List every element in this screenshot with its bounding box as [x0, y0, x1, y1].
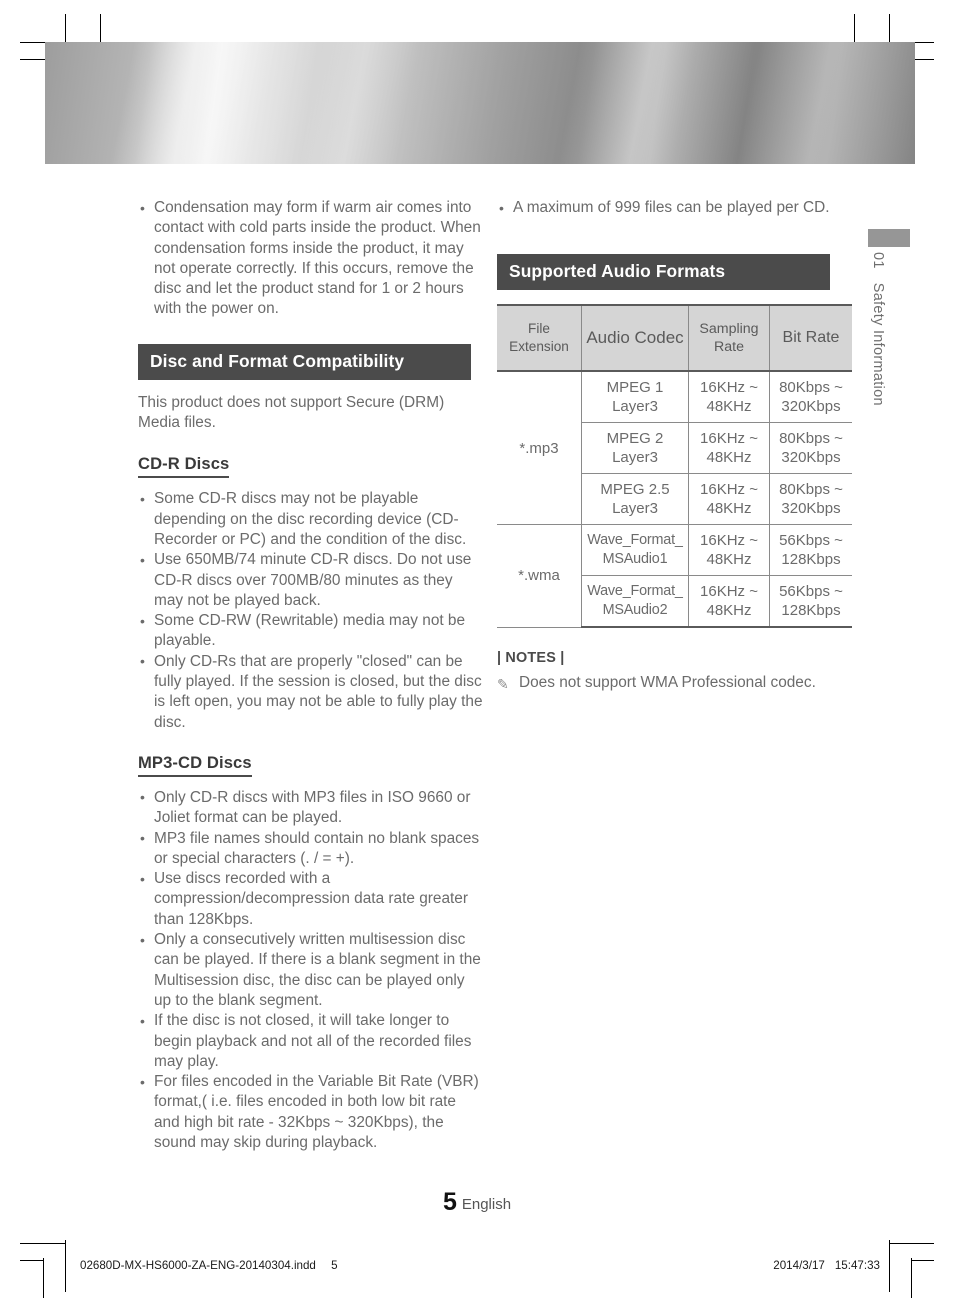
header-banner-image — [45, 42, 915, 164]
print-slug-filename: 02680D-MX-HS6000-ZA-ENG-20140304.indd 5 — [80, 1259, 338, 1272]
column-header-sampling-rate: Sampling Rate — [688, 304, 770, 373]
cell-bit-rate: 80Kbps ~ 320Kbps — [769, 422, 852, 475]
print-slug-timestamp: 2014/3/17 15:47:33 — [773, 1259, 880, 1272]
crop-mark — [889, 1240, 890, 1292]
crop-mark — [889, 1243, 934, 1244]
cell-sampling-rate: 16KHz ~ 48KHz — [688, 371, 770, 424]
list-item: If the disc is not closed, it will take … — [138, 1011, 483, 1072]
cdr-bullet-list: Some CD-R discs may not be playable depe… — [138, 489, 483, 733]
cell-bit-rate: 56Kbps ~ 128Kbps — [769, 575, 852, 629]
cell-codec: Wave_Format_ MSAudio2 — [581, 575, 689, 629]
notes-title: | NOTES | — [497, 650, 565, 667]
cell-bit-rate: 80Kbps ~ 320Kbps — [769, 371, 852, 424]
list-item: Only CD-R discs with MP3 files in ISO 96… — [138, 787, 483, 829]
crop-mark — [20, 1260, 43, 1261]
cell-codec: Wave_Format_ MSAudio1 — [581, 524, 689, 577]
section-header-disc-format: Disc and Format Compatibility — [138, 343, 471, 380]
list-item: Some CD-RW (Rewritable) media may not be… — [138, 611, 483, 652]
list-item: A maximum of 999 files can be played per… — [497, 197, 842, 218]
right-intro-bullet-list: A maximum of 999 files can be played per… — [497, 197, 842, 218]
cell-sampling-rate: 16KHz ~ 48KHz — [688, 422, 770, 475]
crop-mark — [20, 1243, 65, 1244]
cell-sampling-rate: 16KHz ~ 48KHz — [688, 524, 770, 577]
column-header-file-extension: File Extension — [497, 304, 582, 373]
crop-mark — [911, 1260, 934, 1261]
page-footer: 5 English — [0, 1188, 954, 1217]
subsection-heading-cdr: CD-R Discs — [138, 454, 230, 479]
cell-codec: MPEG 2.5 Layer3 — [581, 473, 689, 526]
slug-print-time: 15:47:33 — [834, 1259, 880, 1272]
column-header-bit-rate: Bit Rate — [769, 304, 852, 373]
section-header-audio-formats: Supported Audio Formats — [497, 254, 830, 291]
note-text: Does not support WMA Professional codec. — [519, 674, 816, 692]
intro-bullet-list: Condensation may form if warm air comes … — [138, 198, 483, 320]
list-item: MP3 file names should contain no blank s… — [138, 828, 483, 870]
note-item: ✎ Does not support WMA Professional code… — [497, 673, 842, 693]
cell-file-extension-mp3: *.mp3 — [497, 371, 582, 526]
table-body: *.mp3 MPEG 1 Layer3 16KHz ~ 48KHz 80Kbps… — [497, 371, 852, 629]
page-language: English — [461, 1196, 512, 1213]
list-item: Only CD-Rs that are properly "closed" ca… — [138, 651, 483, 733]
cell-sampling-rate: 16KHz ~ 48KHz — [688, 575, 770, 629]
chapter-tab-marker — [868, 229, 910, 247]
section-intro-paragraph: This product does not support Secure (DR… — [138, 393, 445, 432]
chapter-number: 01 — [870, 252, 886, 269]
column-header-audio-codec: Audio Codec — [581, 304, 689, 373]
slug-file-name: 02680D-MX-HS6000-ZA-ENG-20140304.indd — [80, 1259, 316, 1272]
subsection-heading-mp3cd: MP3-CD Discs — [138, 753, 252, 777]
list-item: Use discs recorded with a compression/de… — [138, 869, 483, 930]
supported-audio-formats-table: File Extension Audio Codec Sampling Rate… — [497, 304, 852, 629]
crop-mark — [43, 1258, 44, 1298]
cell-bit-rate: 56Kbps ~ 128Kbps — [769, 524, 852, 577]
list-item: Some CD-R discs may not be playable depe… — [138, 489, 483, 550]
crop-mark — [911, 1258, 912, 1298]
list-item: Use 650MB/74 minute CD-R discs. Do not u… — [138, 550, 483, 611]
mp3cd-bullet-list: Only CD-R discs with MP3 files in ISO 96… — [138, 787, 483, 1153]
left-text-column: Condensation may form if warm air comes … — [138, 198, 483, 1153]
manual-page: 01 Safety Information Condensation may fo… — [0, 0, 954, 1305]
cell-codec: MPEG 1 Layer3 — [581, 371, 689, 424]
subsection-mp3cd: MP3-CD Discs Only CD-R discs with MP3 fi… — [138, 753, 483, 1153]
pencil-icon: ✎ — [497, 676, 509, 693]
subsection-cdr: CD-R Discs Some CD-R discs may not be pl… — [138, 454, 483, 733]
cell-bit-rate: 80Kbps ~ 320Kbps — [769, 473, 852, 526]
list-item: Condensation may form if warm air comes … — [138, 198, 483, 320]
cell-codec: MPEG 2 Layer3 — [581, 422, 689, 475]
crop-mark — [65, 1240, 66, 1292]
right-text-column: A maximum of 999 files can be played per… — [497, 197, 852, 694]
page-number: 5 — [442, 1188, 457, 1216]
list-item: For files encoded in the Variable Bit Ra… — [138, 1072, 483, 1153]
cell-file-extension-wma: *.wma — [497, 524, 582, 628]
chapter-title: Safety Information — [870, 282, 886, 406]
table-row: *.mp3 MPEG 1 Layer3 16KHz ~ 48KHz 80Kbps… — [497, 371, 852, 526]
list-item: Only a consecutively written multisessio… — [138, 930, 483, 1011]
slug-file-page: 5 — [331, 1259, 338, 1272]
table-header: File Extension Audio Codec Sampling Rate… — [497, 304, 852, 373]
cell-sampling-rate: 16KHz ~ 48KHz — [688, 473, 770, 526]
table-header-row: File Extension Audio Codec Sampling Rate… — [497, 304, 852, 373]
slug-print-date: 2014/3/17 — [773, 1259, 825, 1272]
table-row: *.wma Wave_Format_ MSAudio1 16KHz ~ 48KH… — [497, 524, 852, 628]
